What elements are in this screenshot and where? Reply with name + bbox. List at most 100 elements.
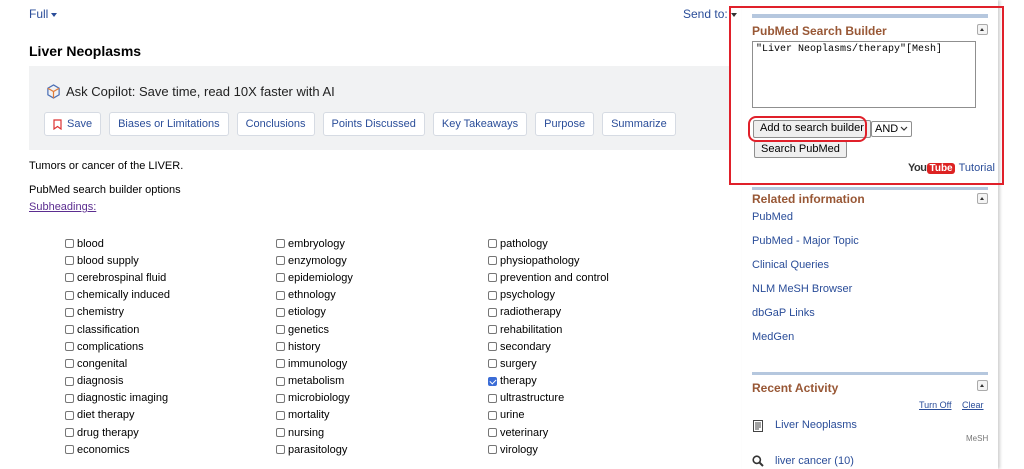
subheading-checkbox-row[interactable]: secondary xyxy=(488,338,609,355)
subheading-checkbox-row[interactable]: blood xyxy=(65,235,170,252)
subheading-checkbox[interactable] xyxy=(276,393,285,403)
copilot-takeaways-button[interactable]: Key Takeaways xyxy=(432,112,528,136)
subheading-checkbox-row[interactable]: chemistry xyxy=(65,304,170,321)
subheading-checkbox-row[interactable]: enzymology xyxy=(276,252,353,269)
subheading-checkbox-row[interactable]: prevention and control xyxy=(488,269,609,286)
subheading-checkbox-row[interactable]: complications xyxy=(65,338,170,355)
subheading-checkbox[interactable] xyxy=(488,325,497,335)
copilot-heading[interactable]: Ask Copilot: Save time, read 10X faster … xyxy=(46,84,335,99)
subheading-checkbox-row[interactable]: radiotherapy xyxy=(488,304,609,321)
subheading-checkbox-row[interactable]: diagnosis xyxy=(65,373,170,390)
subheading-checkbox[interactable] xyxy=(488,307,497,317)
copilot-conclusions-button[interactable]: Conclusions xyxy=(236,112,315,136)
subheading-checkbox[interactable] xyxy=(65,325,74,335)
subheading-checkbox[interactable] xyxy=(65,445,74,455)
subheading-checkbox-row[interactable]: drug therapy xyxy=(65,424,170,441)
subheading-checkbox[interactable] xyxy=(65,239,74,249)
copilot-purpose-button[interactable]: Purpose xyxy=(535,112,595,136)
subheading-checkbox-row[interactable]: epidemiology xyxy=(276,269,353,286)
subheading-checkbox-row[interactable]: metabolism xyxy=(276,373,353,390)
subheading-checkbox-row[interactable]: immunology xyxy=(276,355,353,372)
copilot-summarize-button[interactable]: Summarize xyxy=(602,112,676,136)
subheading-checkbox-row[interactable]: psychology xyxy=(488,287,609,304)
subheading-checkbox-row[interactable]: diet therapy xyxy=(65,407,170,424)
subheading-checkbox[interactable] xyxy=(65,428,74,438)
subheading-checkbox[interactable] xyxy=(276,428,285,438)
subheading-checkbox-row[interactable]: history xyxy=(276,338,353,355)
related-link-mesh-browser[interactable]: NLM MeSH Browser xyxy=(752,283,852,295)
subheading-checkbox[interactable] xyxy=(276,410,285,420)
subheading-checkbox-row[interactable]: diagnostic imaging xyxy=(65,390,170,407)
subheading-checkbox[interactable] xyxy=(65,290,74,300)
subheading-checkbox-row[interactable]: urine xyxy=(488,407,609,424)
subheading-checkbox[interactable] xyxy=(65,376,74,386)
subheading-checkbox-row[interactable]: microbiology xyxy=(276,390,353,407)
subheading-checkbox[interactable] xyxy=(488,239,497,249)
related-link-pubmed[interactable]: PubMed xyxy=(752,211,793,223)
clear-link[interactable]: Clear xyxy=(962,400,984,410)
subheading-checkbox[interactable] xyxy=(65,359,74,369)
subheading-checkbox[interactable] xyxy=(65,393,74,403)
subheading-checkbox[interactable] xyxy=(276,239,285,249)
subheading-checkbox[interactable] xyxy=(276,256,285,266)
related-link-dbgap[interactable]: dbGaP Links xyxy=(752,307,815,319)
subheading-checkbox[interactable] xyxy=(488,359,497,369)
subheading-checkbox-row[interactable]: therapy xyxy=(488,373,609,390)
subheading-checkbox[interactable] xyxy=(276,445,285,455)
subheading-checkbox[interactable] xyxy=(65,273,74,283)
subheading-checkbox[interactable] xyxy=(276,307,285,317)
subheading-checkbox[interactable] xyxy=(488,393,497,403)
turn-off-link[interactable]: Turn Off xyxy=(919,400,952,410)
subheading-checkbox[interactable] xyxy=(65,410,74,420)
subheading-checkbox[interactable] xyxy=(488,273,497,283)
copilot-biases-button[interactable]: Biases or Limitations xyxy=(109,112,229,136)
subheading-checkbox-row[interactable]: pathology xyxy=(488,235,609,252)
recent-item-link[interactable]: liver cancer (10) xyxy=(775,455,854,467)
subheadings-link[interactable]: Subheadings: xyxy=(29,201,96,213)
subheading-checkbox-row[interactable]: surgery xyxy=(488,355,609,372)
related-link-major-topic[interactable]: PubMed - Major Topic xyxy=(752,235,859,247)
subheading-checkbox[interactable] xyxy=(488,428,497,438)
subheading-checkbox[interactable] xyxy=(276,273,285,283)
subheading-checkbox-row[interactable]: cerebrospinal fluid xyxy=(65,269,170,286)
subheading-checkbox-row[interactable]: classification xyxy=(65,321,170,338)
subheading-checkbox-row[interactable]: chemically induced xyxy=(65,287,170,304)
copilot-points-button[interactable]: Points Discussed xyxy=(322,112,425,136)
subheading-checkbox-row[interactable]: ethnology xyxy=(276,287,353,304)
copilot-save-button[interactable]: Save xyxy=(44,112,102,136)
collapse-icon[interactable] xyxy=(977,193,988,204)
subheading-checkbox-row[interactable]: ultrastructure xyxy=(488,390,609,407)
subheading-checkbox[interactable] xyxy=(276,325,285,335)
subheading-checkbox-row[interactable]: genetics xyxy=(276,321,353,338)
subheading-checkbox-row[interactable]: blood supply xyxy=(65,252,170,269)
subheading-checkbox[interactable] xyxy=(488,290,497,300)
collapse-icon[interactable] xyxy=(977,380,988,391)
subheading-checkbox[interactable] xyxy=(65,342,74,352)
subheading-checkbox-row[interactable]: congenital xyxy=(65,355,170,372)
subheading-checkbox[interactable] xyxy=(488,410,497,420)
subheading-checkbox[interactable] xyxy=(276,290,285,300)
subheading-checkbox-row[interactable]: nursing xyxy=(276,424,353,441)
related-link-medgen[interactable]: MedGen xyxy=(752,331,794,343)
subheading-checkbox[interactable] xyxy=(276,359,285,369)
subheading-checkbox[interactable] xyxy=(488,445,497,455)
subheading-checkbox[interactable] xyxy=(488,376,497,386)
subheading-checkbox-row[interactable]: parasitology xyxy=(276,441,353,458)
subheading-checkbox[interactable] xyxy=(488,256,497,266)
subheading-checkbox[interactable] xyxy=(488,342,497,352)
subheading-checkbox-row[interactable]: embryology xyxy=(276,235,353,252)
subheading-checkbox-row[interactable]: veterinary xyxy=(488,424,609,441)
subheading-checkbox[interactable] xyxy=(65,256,74,266)
subheading-checkbox-row[interactable]: physiopathology xyxy=(488,252,609,269)
recent-item-link[interactable]: Liver Neoplasms xyxy=(775,419,857,431)
subheading-checkbox[interactable] xyxy=(276,342,285,352)
subheading-checkbox-row[interactable]: economics xyxy=(65,441,170,458)
subheading-checkbox-row[interactable]: mortality xyxy=(276,407,353,424)
subheading-checkbox-row[interactable]: virology xyxy=(488,441,609,458)
subheading-checkbox-row[interactable]: etiology xyxy=(276,304,353,321)
subheading-checkbox[interactable] xyxy=(276,376,285,386)
subheading-checkbox[interactable] xyxy=(65,307,74,317)
related-link-clinical-queries[interactable]: Clinical Queries xyxy=(752,259,829,271)
subheading-checkbox-row[interactable]: rehabilitation xyxy=(488,321,609,338)
format-dropdown[interactable]: Full xyxy=(29,7,58,21)
